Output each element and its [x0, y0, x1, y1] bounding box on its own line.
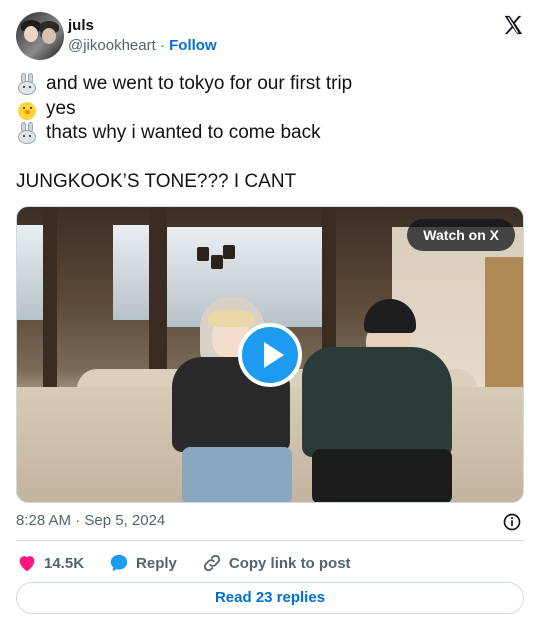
action-bar: 14.5K Reply Copy link to post — [16, 550, 524, 576]
tweet-line-text: yes — [46, 97, 76, 119]
avatar[interactable] — [16, 12, 64, 60]
watch-on-x-button[interactable]: Watch on X — [407, 219, 515, 251]
copy-link-label: Copy link to post — [228, 554, 351, 572]
tweet-card: juls @jikookheart · Follow and we went t… — [0, 0, 540, 629]
author-handle[interactable]: @jikookheart — [68, 37, 156, 54]
reply-button[interactable]: Reply — [108, 552, 177, 574]
tweet-line-text: and we went to tokyo for our first trip — [46, 73, 353, 94]
play-icon[interactable] — [238, 323, 302, 387]
rabbit-emoji-icon — [16, 73, 38, 96]
heart-icon — [19, 556, 35, 572]
like-count: 14.5K — [44, 554, 85, 572]
like-button[interactable]: 14.5K — [16, 552, 84, 574]
info-icon[interactable] — [502, 512, 522, 532]
separator-dot: · — [159, 37, 165, 54]
link-icon — [203, 554, 221, 572]
read-replies-button[interactable]: Read 23 replies — [16, 582, 524, 614]
x-logo-icon[interactable] — [502, 14, 524, 36]
video-thumbnail[interactable]: Watch on X — [16, 206, 524, 503]
divider — [16, 540, 524, 541]
copy-link-button[interactable]: Copy link to post — [201, 552, 351, 574]
tweet-text: and we went to tokyo for our first trip … — [16, 72, 524, 195]
tweet-line-text: thats why i wanted to come back — [46, 122, 321, 143]
tweet-line: and we went to tokyo for our first trip — [16, 72, 524, 97]
tweet-header: juls @jikookheart · Follow — [16, 12, 524, 60]
tweet-line: yes — [16, 97, 524, 122]
timestamp[interactable]: 8:28 AM · Sep 5, 2024 — [16, 512, 165, 529]
reply-bubble-icon — [110, 554, 128, 572]
author-name[interactable]: juls — [68, 17, 94, 34]
chick-emoji-icon — [16, 98, 38, 120]
rabbit-emoji-icon — [16, 122, 38, 145]
tweet-line: thats why i wanted to come back — [16, 121, 524, 146]
reply-label: Reply — [136, 554, 177, 572]
tweet-caption: JUNGKOOK’S TONE??? I CANT — [16, 171, 297, 192]
author-handle-row: @jikookheart · Follow — [68, 37, 217, 54]
follow-link[interactable]: Follow — [169, 37, 217, 54]
